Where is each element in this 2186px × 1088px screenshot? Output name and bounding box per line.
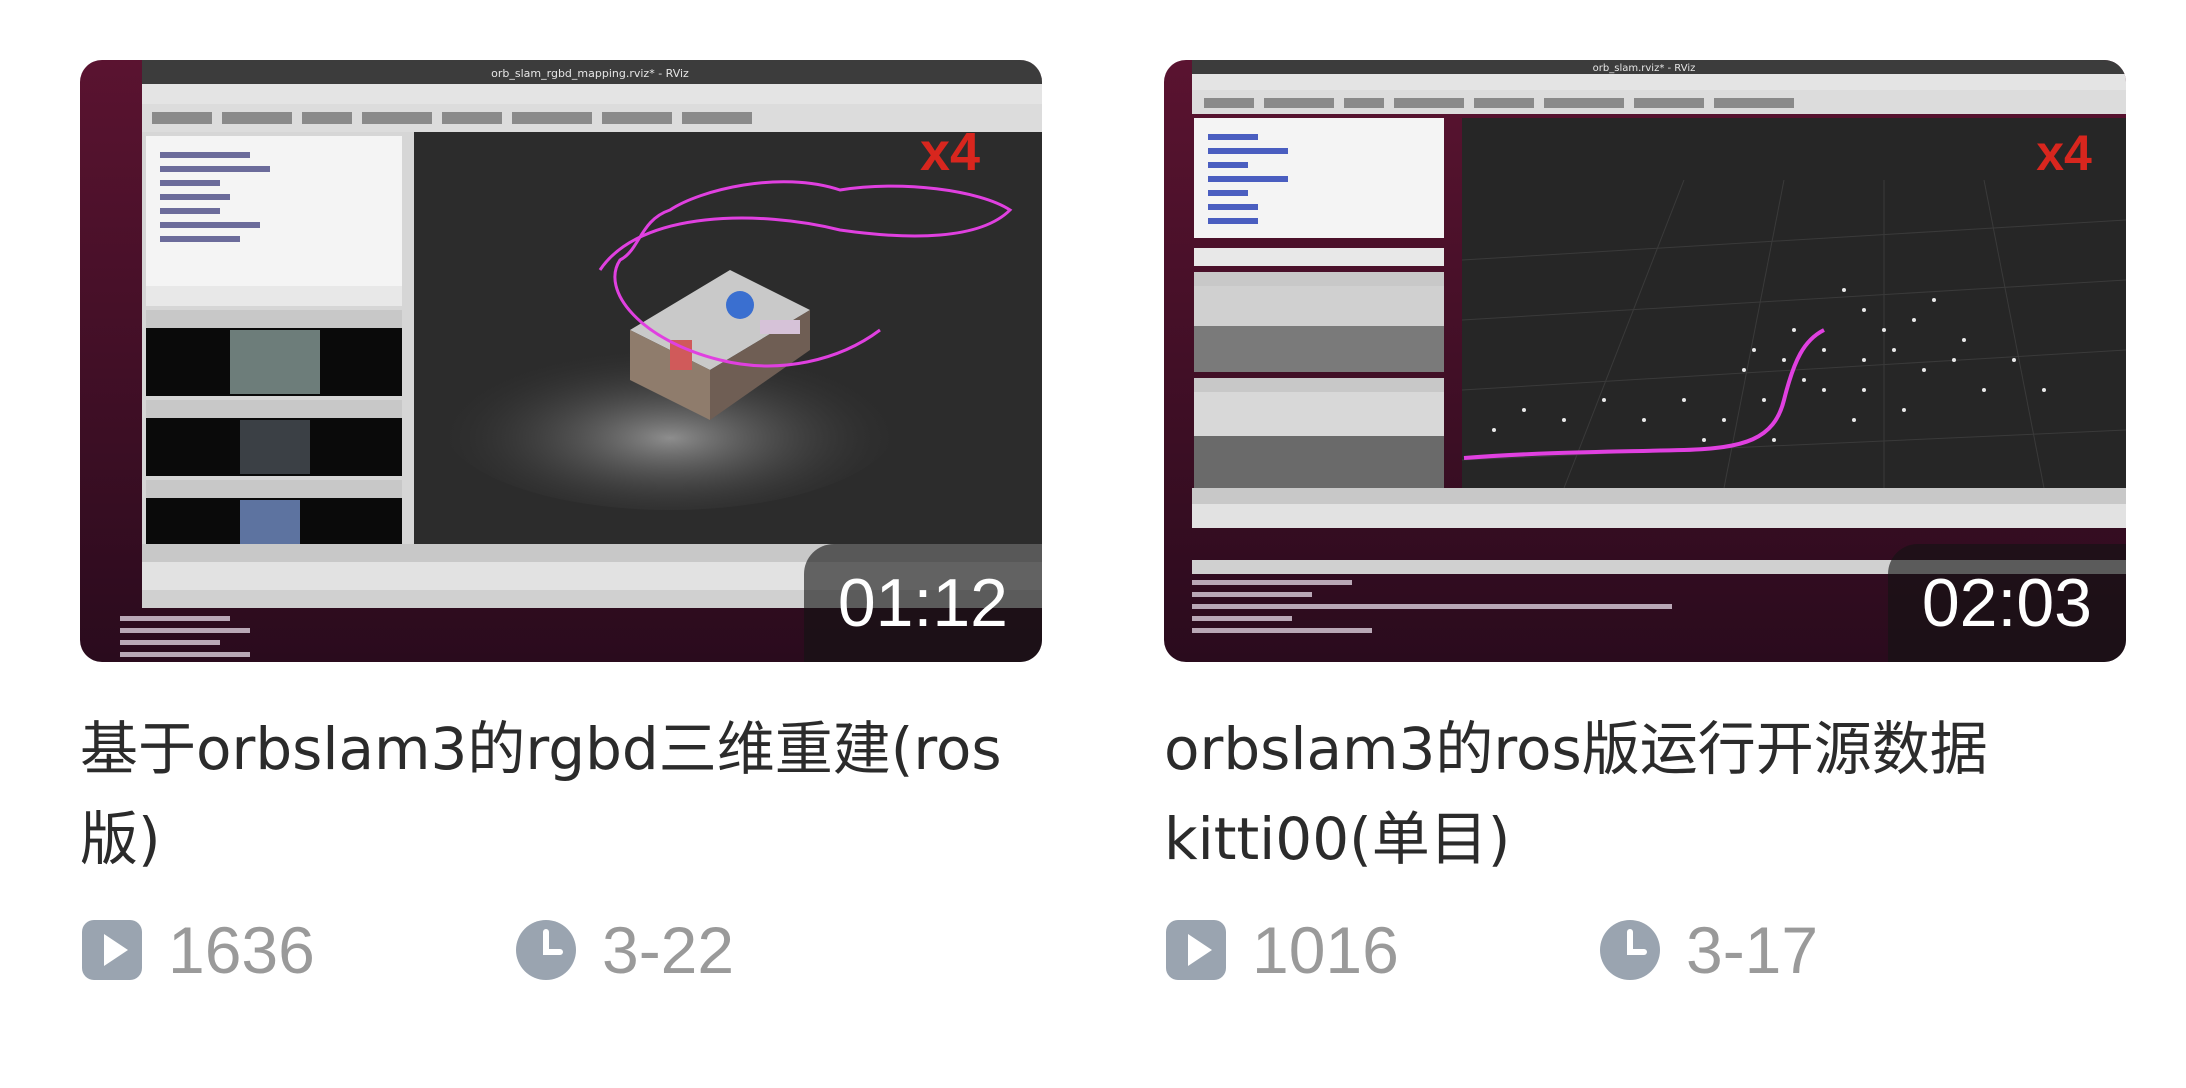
speed-overlay: x4 — [2036, 125, 2092, 181]
publish-date: 3-17 — [1598, 910, 1818, 990]
play-count-icon — [82, 920, 142, 980]
video-duration: 01:12 — [803, 544, 1042, 662]
video-duration: 02:03 — [1887, 544, 2126, 662]
clock-icon — [1600, 920, 1660, 980]
publish-date: 3-22 — [514, 910, 734, 990]
clock-icon — [516, 920, 576, 980]
window-title: orb_slam_rgbd_mapping.rviz* - RViz — [491, 67, 689, 80]
video-meta: 1016 3-17 — [1164, 910, 2126, 990]
play-count: 1016 — [1164, 910, 1399, 990]
play-count-icon — [1166, 920, 1226, 980]
video-title[interactable]: orbslam3的ros版运行开源数据kitti00(单目) — [1164, 704, 2126, 884]
publish-date-value: 3-22 — [602, 913, 735, 987]
video-title[interactable]: 基于orbslam3的rgbd三维重建(ros版) — [80, 704, 1042, 884]
play-count-value: 1016 — [1252, 913, 1399, 987]
video-meta: 1636 3-22 — [80, 910, 1042, 990]
play-count-value: 1636 — [168, 913, 315, 987]
video-thumbnail[interactable]: orb_slam.rviz* - RViz x4 02:03 — [1164, 60, 2126, 662]
video-card[interactable]: orb_slam.rviz* - RViz x4 02:03 orbslam3的… — [1164, 60, 2126, 990]
video-thumbnail[interactable]: orb_slam_rgbd_mapping.rviz* - RViz x4 01… — [80, 60, 1042, 662]
speed-overlay: x4 — [920, 122, 980, 182]
window-title: orb_slam.rviz* - RViz — [1593, 63, 1696, 74]
video-card[interactable]: orb_slam_rgbd_mapping.rviz* - RViz x4 01… — [80, 60, 1042, 990]
publish-date-value: 3-17 — [1686, 913, 1819, 987]
play-count: 1636 — [80, 910, 315, 990]
